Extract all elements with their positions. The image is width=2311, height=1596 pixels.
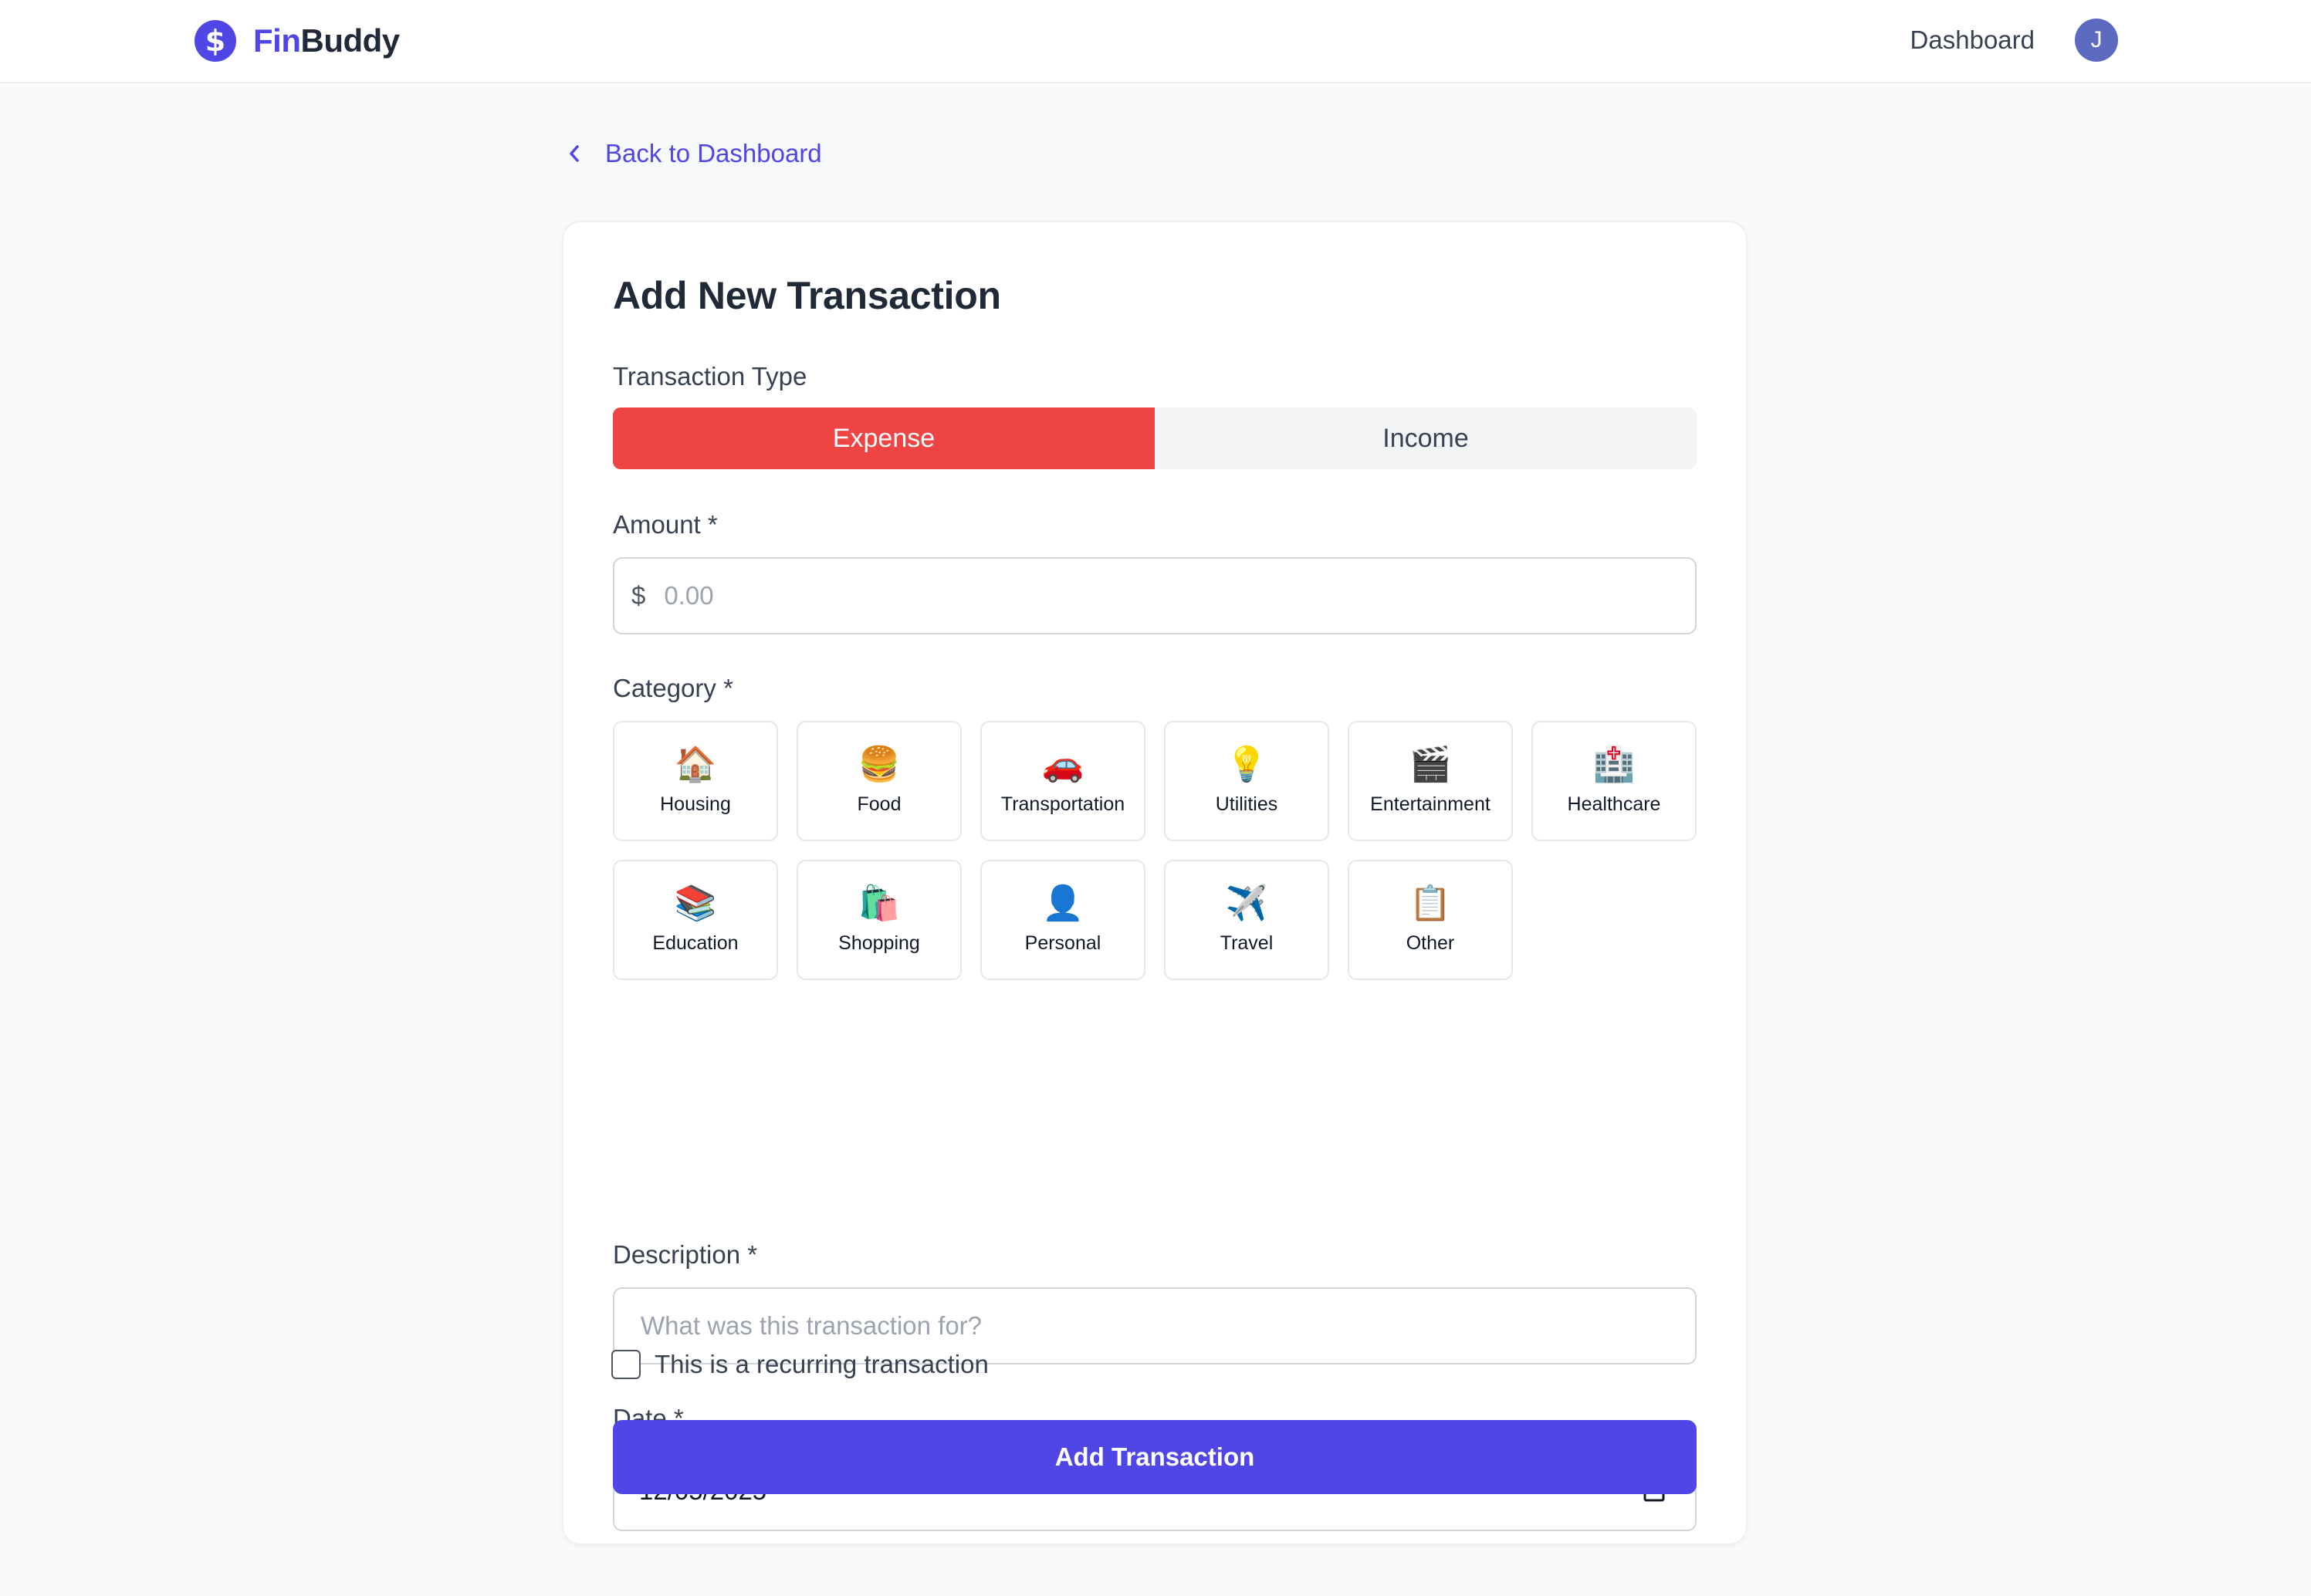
amount-field: $	[613, 557, 1697, 634]
category-label: Personal	[1024, 932, 1101, 954]
recurring-option[interactable]: This is a recurring transaction	[611, 1347, 989, 1381]
category-label: Utilities	[1215, 793, 1278, 815]
description-label: Description *	[613, 1240, 758, 1269]
category-label: Other	[1406, 932, 1455, 954]
person-icon: 👤	[1041, 884, 1084, 923]
airplane-icon: ✈️	[1225, 884, 1268, 923]
category-label: Transportation	[1000, 793, 1125, 815]
category-label: Travel	[1220, 932, 1274, 954]
category-label: Housing	[660, 793, 731, 815]
house-icon: 🏠	[674, 745, 717, 784]
clapperboard-icon: 🎬	[1409, 745, 1452, 784]
page-title: Add New Transaction	[613, 274, 1001, 317]
category-label: Education	[652, 932, 739, 954]
recurring-label: This is a recurring transaction	[655, 1350, 989, 1378]
user-avatar[interactable]: J	[2075, 19, 2118, 62]
hospital-icon: 🏥	[1592, 745, 1636, 784]
brand[interactable]: $ FinBuddy	[195, 19, 400, 63]
brand-name-fin: Fin	[253, 22, 301, 59]
category-entertainment[interactable]: 🎬 Entertainment	[1348, 721, 1513, 841]
amount-input[interactable]	[662, 580, 1670, 611]
back-to-dashboard-link[interactable]: Back to Dashboard	[568, 136, 822, 171]
category-utilities[interactable]: 💡 Utilities	[1164, 721, 1329, 841]
category-label: Food	[857, 793, 902, 815]
car-icon: 🚗	[1041, 745, 1084, 784]
add-transaction-button[interactable]: Add Transaction	[613, 1420, 1697, 1494]
shopping-bags-icon: 🛍️	[858, 884, 901, 923]
category-label: Entertainment	[1370, 793, 1490, 815]
category-other[interactable]: 📋 Other	[1348, 860, 1513, 980]
brand-name-buddy: Buddy	[300, 22, 400, 59]
category-housing[interactable]: 🏠 Housing	[613, 721, 778, 841]
transaction-type-toggle: Expense Income	[613, 407, 1697, 469]
category-label: Shopping	[838, 932, 920, 954]
recurring-checkbox[interactable]	[611, 1350, 641, 1379]
transaction-form-card: Add New Transaction Transaction Type Exp…	[562, 221, 1748, 1545]
top-navbar: $ FinBuddy Dashboard J	[0, 0, 2311, 83]
category-personal[interactable]: 👤 Personal	[980, 860, 1145, 980]
back-link-label: Back to Dashboard	[605, 139, 822, 167]
currency-symbol: $	[631, 581, 646, 610]
category-travel[interactable]: ✈️ Travel	[1164, 860, 1329, 980]
category-healthcare[interactable]: 🏥 Healthcare	[1531, 721, 1697, 841]
category-transportation[interactable]: 🚗 Transportation	[980, 721, 1145, 841]
chevron-left-icon	[568, 138, 591, 169]
category-shopping[interactable]: 🛍️ Shopping	[797, 860, 962, 980]
category-label: Healthcare	[1567, 793, 1661, 815]
category-label: Category *	[613, 674, 733, 702]
nav-dashboard-link[interactable]: Dashboard	[1910, 23, 2035, 57]
brand-name: FinBuddy	[253, 22, 400, 59]
category-food[interactable]: 🍔 Food	[797, 721, 962, 841]
description-input[interactable]	[639, 1310, 1677, 1341]
dollar-logo-icon: $	[195, 20, 236, 62]
clipboard-icon: 📋	[1409, 884, 1452, 923]
transaction-type-label: Transaction Type	[613, 362, 807, 391]
amount-label: Amount *	[613, 510, 718, 539]
books-icon: 📚	[674, 884, 717, 923]
category-education[interactable]: 📚 Education	[613, 860, 778, 980]
type-expense-button[interactable]: Expense	[613, 407, 1155, 469]
lightbulb-icon: 💡	[1225, 745, 1268, 784]
type-income-button[interactable]: Income	[1155, 407, 1697, 469]
burger-icon: 🍔	[858, 745, 901, 784]
